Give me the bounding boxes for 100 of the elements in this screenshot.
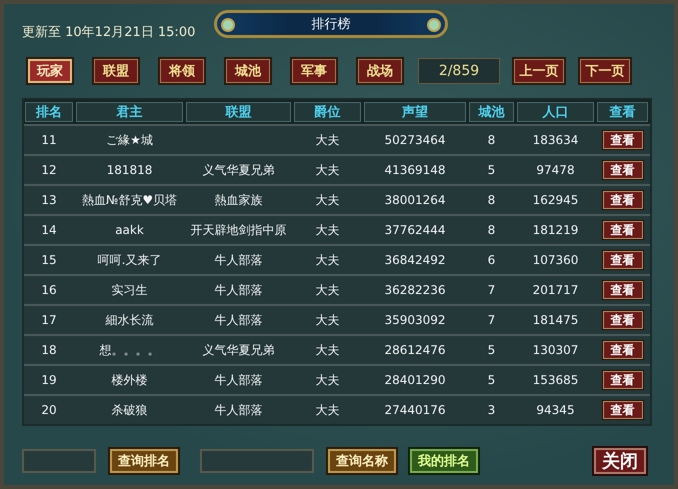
table-cell: 16 xyxy=(41,283,57,297)
table-cell: 12 xyxy=(41,163,57,177)
table-cell: 17 xyxy=(41,313,57,327)
table-cell: 楼外楼 xyxy=(112,372,148,388)
prev-page-button[interactable]: 上一页 xyxy=(512,57,566,85)
view-button[interactable]: 查看 xyxy=(602,190,644,210)
column-header: 人口 xyxy=(517,102,594,122)
table-cell: 大夫 xyxy=(316,372,340,388)
table-cell: 50273464 xyxy=(384,133,446,147)
tab[interactable]: 军事 xyxy=(290,57,338,85)
table-cell: 牛人部落 xyxy=(214,372,262,388)
table-cell: 7 xyxy=(488,283,496,297)
table-cell: 41369148 xyxy=(384,163,446,177)
query-button[interactable]: 我的排名 xyxy=(408,447,480,475)
query-button[interactable]: 查询名称 xyxy=(326,447,398,475)
table-cell: 36842492 xyxy=(384,253,446,267)
table-cell: 杀破狼 xyxy=(112,402,148,418)
table-cell: 19 xyxy=(41,373,57,387)
table-cell: 201717 xyxy=(532,283,578,297)
next-page-button[interactable]: 下一页 xyxy=(578,57,632,85)
table-cell: 181475 xyxy=(532,313,578,327)
table-cell: 7 xyxy=(488,313,496,327)
view-button[interactable]: 查看 xyxy=(602,130,644,150)
tab[interactable]: 联盟 xyxy=(92,57,140,85)
input-field[interactable] xyxy=(200,449,314,473)
table-cell: 义气华夏兄弟 xyxy=(202,162,274,178)
table-cell: 94345 xyxy=(536,403,575,417)
table-cell: 27440176 xyxy=(384,403,446,417)
table-cell: 大夫 xyxy=(316,402,340,418)
table-cell: 20 xyxy=(41,403,57,417)
table-cell: aakk xyxy=(115,223,144,237)
table-cell: 大夫 xyxy=(316,252,340,268)
column-header: 查看 xyxy=(597,102,648,122)
title-banner: 排行榜 xyxy=(214,10,448,38)
column-header: 声望 xyxy=(364,102,466,122)
table-cell: 5 xyxy=(488,343,496,357)
table-cell: 162945 xyxy=(532,193,578,207)
table-cell: 35903092 xyxy=(384,313,446,327)
column-header: 城池 xyxy=(469,102,514,122)
table-cell: 大夫 xyxy=(316,312,340,328)
table-cell: 細水长流 xyxy=(106,312,154,328)
table-cell: 13 xyxy=(41,193,57,207)
column-header: 联盟 xyxy=(186,102,291,122)
table-cell: 牛人部落 xyxy=(214,252,262,268)
table-cell: 181818 xyxy=(106,163,152,177)
table-cell: 28612476 xyxy=(384,343,446,357)
table-cell: 38001264 xyxy=(384,193,446,207)
table-cell: 3 xyxy=(488,403,496,417)
view-button[interactable]: 查看 xyxy=(602,250,644,270)
table-cell: 11 xyxy=(41,133,57,147)
table-cell: 熱血№舒克♥贝塔 xyxy=(82,192,178,208)
table-cell: 牛人部落 xyxy=(214,402,262,418)
table-cell: 130307 xyxy=(532,343,578,357)
table-cell: 大夫 xyxy=(316,192,340,208)
table-cell: 181219 xyxy=(532,223,578,237)
table-cell: 5 xyxy=(488,163,496,177)
table-cell: 8 xyxy=(488,193,496,207)
tab[interactable]: 战场 xyxy=(356,57,404,85)
view-button[interactable]: 查看 xyxy=(602,400,644,420)
input-field[interactable] xyxy=(22,449,96,473)
tab[interactable]: 城池 xyxy=(224,57,272,85)
column-header: 君主 xyxy=(76,102,183,122)
tab[interactable]: 玩家 xyxy=(26,57,74,85)
table-cell: 牛人部落 xyxy=(214,312,262,328)
table-cell: 实习生 xyxy=(112,282,148,298)
tab[interactable]: 将领 xyxy=(158,57,206,85)
table-cell: 牛人部落 xyxy=(214,282,262,298)
table-cell: 大夫 xyxy=(316,162,340,178)
update-time: 更新至 10年12月21日 15:00 xyxy=(22,24,196,41)
view-button[interactable]: 查看 xyxy=(602,220,644,240)
page-indicator: 2/859 xyxy=(418,58,500,84)
view-button[interactable]: 查看 xyxy=(602,340,644,360)
view-button[interactable]: 查看 xyxy=(602,370,644,390)
table-cell: 97478 xyxy=(536,163,575,177)
table-cell: 14 xyxy=(41,223,57,237)
view-button[interactable]: 查看 xyxy=(602,160,644,180)
table-cell: 开天辟地剑指中原 xyxy=(190,222,286,238)
view-button[interactable]: 查看 xyxy=(602,310,644,330)
table-cell: 37762444 xyxy=(384,223,446,237)
table-cell: 183634 xyxy=(532,133,578,147)
table-cell: 想。。。。 xyxy=(100,342,160,358)
table-cell: 义气华夏兄弟 xyxy=(202,342,274,358)
table-cell: 28401290 xyxy=(384,373,446,387)
table-cell: 6 xyxy=(488,253,496,267)
close-button[interactable]: 关闭 xyxy=(592,446,648,476)
table-cell: 36282236 xyxy=(384,283,446,297)
table-cell: 8 xyxy=(488,133,496,147)
table-cell: 8 xyxy=(488,223,496,237)
table-cell: 熱血家族 xyxy=(214,192,262,208)
table-cell: 5 xyxy=(488,373,496,387)
column-header: 排名 xyxy=(25,102,73,122)
table-cell: 大夫 xyxy=(316,222,340,238)
table-cell: 大夫 xyxy=(316,342,340,358)
table-cell: 18 xyxy=(41,343,57,357)
table-cell: 153685 xyxy=(532,373,578,387)
view-button[interactable]: 查看 xyxy=(602,280,644,300)
table-cell: 大夫 xyxy=(316,132,340,148)
table-cell: 呵呵.又来了 xyxy=(98,252,162,268)
query-button[interactable]: 查询排名 xyxy=(108,447,180,475)
table-cell: 大夫 xyxy=(316,282,340,298)
